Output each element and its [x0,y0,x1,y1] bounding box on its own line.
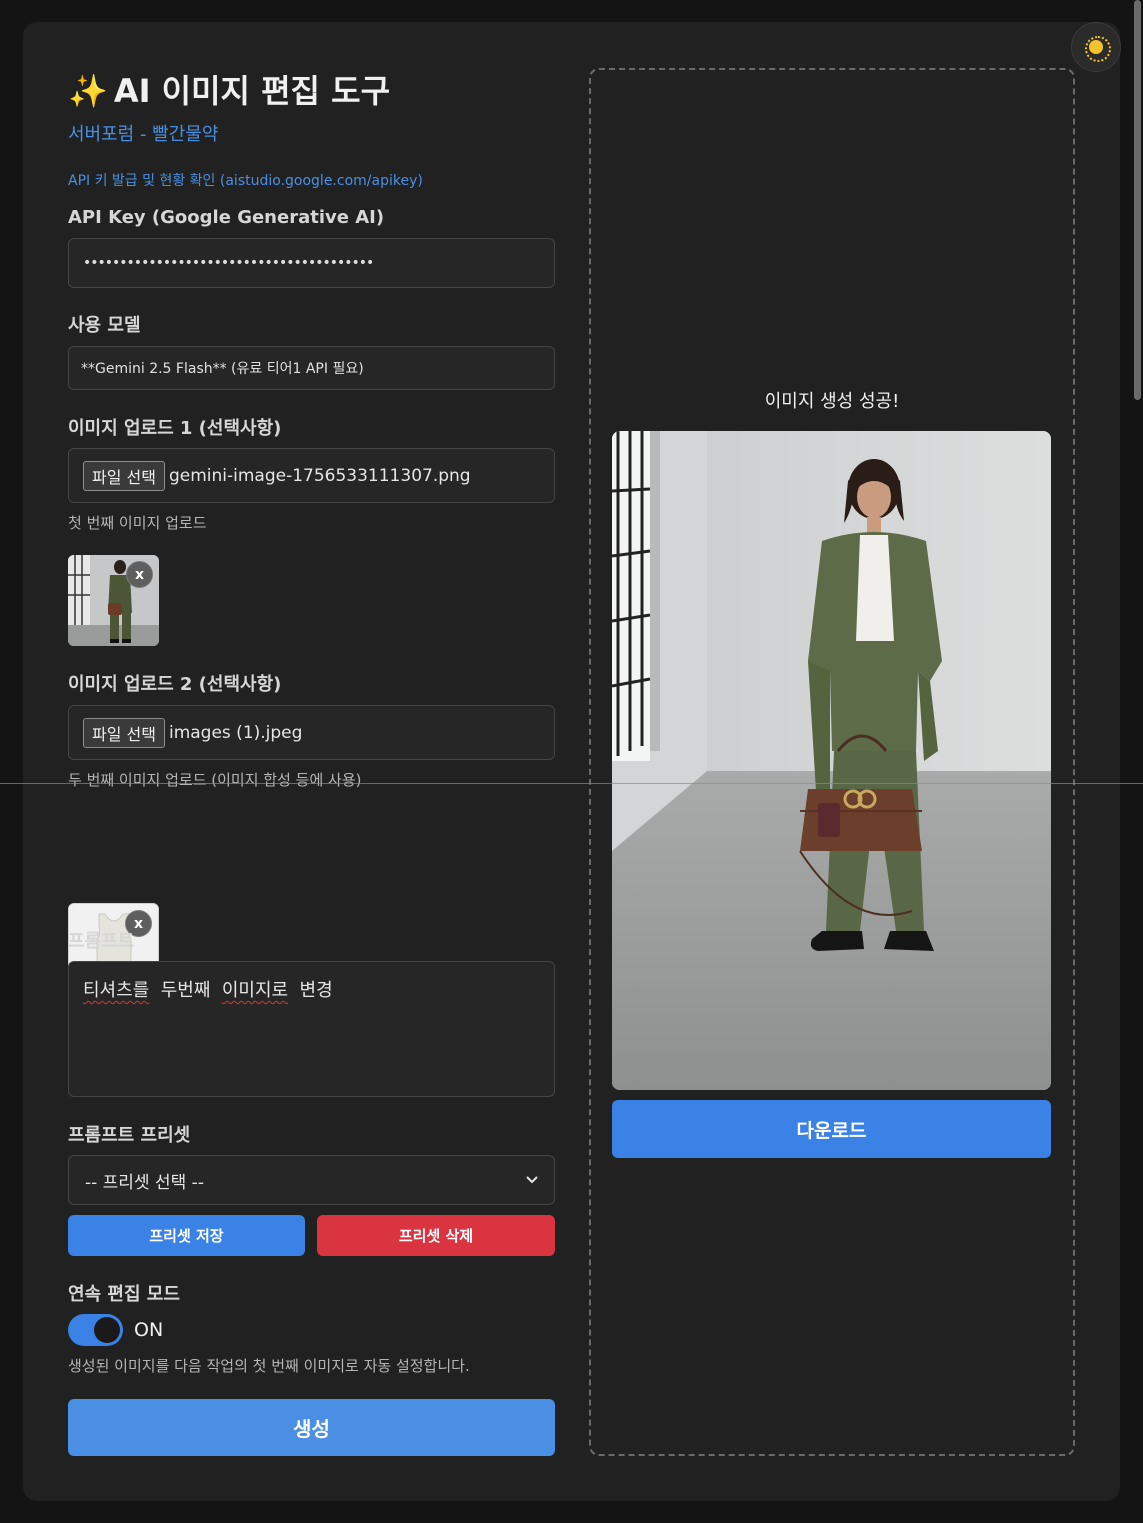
download-button[interactable]: 다운로드 [612,1100,1051,1158]
continuous-mode-state: ON [134,1319,164,1341]
prompt-textarea[interactable]: 티셔츠를 두번째 이미지로 변경 [68,961,555,1097]
result-image [612,431,1051,1090]
model-label: 사용 모델 [68,315,141,336]
upload2-filename: images (1).jpeg [168,722,303,743]
continuous-mode-toggle[interactable] [68,1314,123,1346]
upload2-hint: 두 번째 이미지 업로드 (이미지 합성 등에 사용) [68,771,362,789]
continuous-mode-label: 연속 편집 모드 [68,1284,180,1305]
upload2-choose-button[interactable]: 파일 선택 [83,717,165,748]
toggle-knob [94,1317,120,1343]
prompt-label: 프롬프트 [68,931,135,952]
upload2-label: 이미지 업로드 2 (선택사항) [68,674,282,695]
upload1-label: 이미지 업로드 1 (선택사항) [68,418,282,439]
prompt-word: 두번째 [160,980,211,1001]
preset-label: 프롬프트 프리셋 [68,1125,191,1146]
upload2-input[interactable]: 파일 선택 images (1).jpeg [68,705,555,760]
divider-line [0,783,1143,784]
theme-toggle-button[interactable] [1071,22,1121,72]
sparkles-icon: ✨ [68,72,108,110]
result-status: 이미지 생성 성공! [764,391,900,412]
preset-save-button[interactable]: 프리셋 저장 [68,1215,305,1256]
upload1-choose-button[interactable]: 파일 선택 [83,460,165,491]
api-key-label: API Key (Google Generative AI) [68,207,385,228]
model-select[interactable]: **Gemini 2.5 Flash** (유료 티어1 API 필요) [68,346,555,390]
continuous-mode-description: 생성된 이미지를 다음 작업의 첫 번째 이미지로 자동 설정합니다. [68,1357,470,1375]
chevron-down-icon [526,1176,538,1184]
scrollbar[interactable] [1134,0,1141,400]
upload1-remove-button[interactable]: x [126,561,153,588]
api-key-input[interactable]: •••••••••••••••••••••••••••••••••••••••• [68,238,555,288]
preset-select[interactable]: -- 프리셋 선택 -- [68,1155,555,1205]
upload1-thumbnail: x [68,555,159,646]
upload1-input[interactable]: 파일 선택 gemini-image-1756533111307.png [68,448,555,503]
subtitle: 서버포럼 - 빨간물약 [68,124,219,145]
api-key-link[interactable]: API 키 발급 및 현황 확인 (aistudio.google.com/ap… [68,170,423,190]
sun-icon [1085,36,1111,62]
prompt-word: 티셔츠를 [83,980,150,1001]
prompt-word: 이미지로 [221,980,289,1001]
upload1-filename: gemini-image-1756533111307.png [168,465,471,486]
result-image-figure [612,431,1051,1090]
generate-button[interactable]: 생성 [68,1399,555,1456]
upload1-hint: 첫 번째 이미지 업로드 [68,514,207,532]
page-title: ✨ AI 이미지 편집 도구 [68,66,390,112]
prompt-word: 변경 [299,980,333,1001]
page-title-text: AI 이미지 편집 도구 [113,72,391,110]
preset-selected-value: -- 프리셋 선택 -- [85,1172,204,1193]
preset-delete-button[interactable]: 프리셋 삭제 [317,1215,555,1256]
